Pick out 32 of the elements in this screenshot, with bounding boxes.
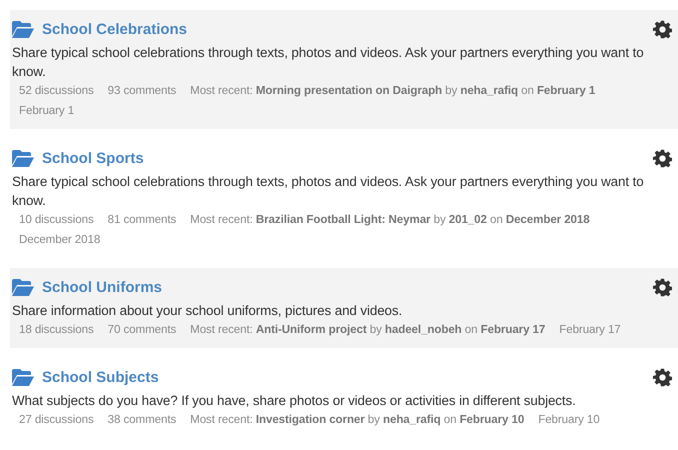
folder-icon — [12, 150, 34, 166]
comment-count: 70 comments — [108, 322, 176, 338]
settings-icon[interactable] — [653, 148, 672, 168]
comment-count: 38 comments — [108, 412, 176, 428]
comment-count: 93 comments — [108, 83, 176, 99]
most-recent-text: Most recent: Brazilian Football Light: Neymar by 201_02 on December 2018 — [190, 212, 590, 228]
last-date: December 2018 — [19, 232, 100, 248]
discussion-count: 52 discussions — [19, 83, 94, 99]
discussion-count: 18 discussions — [19, 322, 94, 338]
category-title[interactable]: School Subjects — [42, 368, 159, 386]
most-recent-text: Most recent: Investigation corner by neha_rafiq on February 10 — [190, 412, 524, 428]
category-title[interactable]: School Uniforms — [42, 278, 162, 296]
category-description: What subjects do you have? If you have, share photos or videos or activities in different subjects. — [12, 392, 577, 410]
most-recent-text: Most recent: Morning presentation on Daigraph by neha_rafiq on February 1 — [190, 83, 596, 99]
last-date: February 1 — [19, 103, 74, 119]
folder-icon — [12, 20, 34, 38]
category-title[interactable]: School Sports — [42, 150, 144, 166]
comment-count: 81 comments — [108, 212, 176, 228]
discussion-count: 27 discussions — [19, 412, 94, 428]
last-date: February 17 — [559, 322, 621, 338]
category-title[interactable]: School Celebrations — [42, 20, 188, 38]
settings-icon[interactable] — [653, 368, 672, 386]
discussion-count: 10 discussions — [19, 212, 94, 228]
folder-icon — [12, 368, 34, 386]
category-description: Share typical school celebrations through texts, photos and videos. Ask your partners everything you want to know. — [12, 44, 645, 81]
category-description: Share typical school celebrations through texts, photos and videos. Ask your partners everything you want to know. — [12, 173, 645, 210]
last-date: February 10 — [538, 412, 600, 428]
settings-icon[interactable] — [653, 278, 672, 296]
most-recent-text: Most recent: Anti-Uniform project by hadeel_nobeh on February 17 — [190, 322, 546, 338]
settings-icon[interactable] — [653, 20, 672, 38]
category-description: Share information about your school uniforms, pictures and videos. — [12, 302, 404, 320]
folder-icon — [12, 278, 34, 296]
